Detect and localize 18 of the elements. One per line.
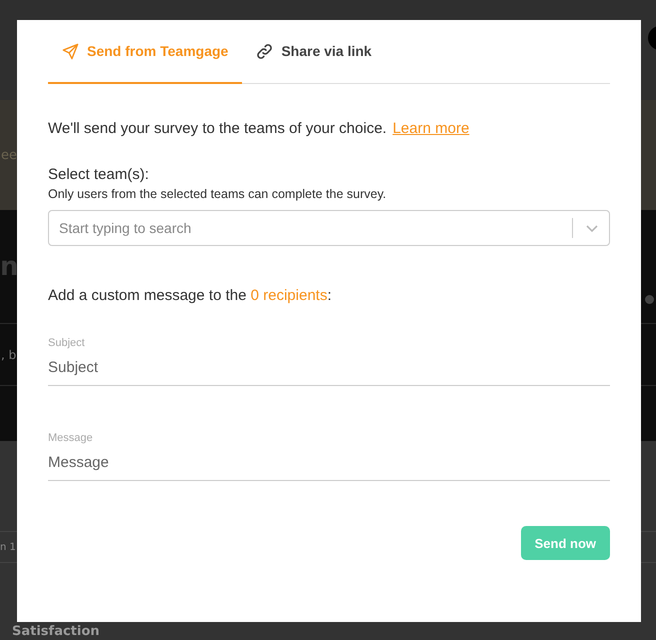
tab[interactable]: Send from Teamgage: [48, 20, 242, 84]
field-label: Subject: [48, 337, 86, 349]
intro-text: We'll send your survey to the teams of your choice. Learn more: [48, 120, 470, 137]
tab[interactable]: Share via link: [242, 20, 386, 84]
link-icon: [256, 42, 274, 60]
text-field[interactable]: Subject: [48, 349, 610, 386]
learn-more-link[interactable]: Learn more: [392, 120, 470, 137]
text-field[interactable]: Message: [48, 444, 610, 481]
subtitle-text: , b: [1, 348, 16, 362]
message-intro: Add a custom message to the 0 recipients:: [48, 287, 333, 304]
send-button[interactable]: Send now: [520, 526, 610, 560]
section-title: Satisfaction: [12, 624, 100, 639]
send-icon: [62, 42, 79, 60]
field-label: Message: [48, 432, 94, 444]
team-hint: Only users from the selected teams can complete the survey.: [48, 187, 388, 201]
team-search-field[interactable]: Start typing to search: [48, 210, 610, 246]
team-label: Select team(s):: [48, 166, 150, 183]
row-text: n 1: [0, 542, 16, 552]
